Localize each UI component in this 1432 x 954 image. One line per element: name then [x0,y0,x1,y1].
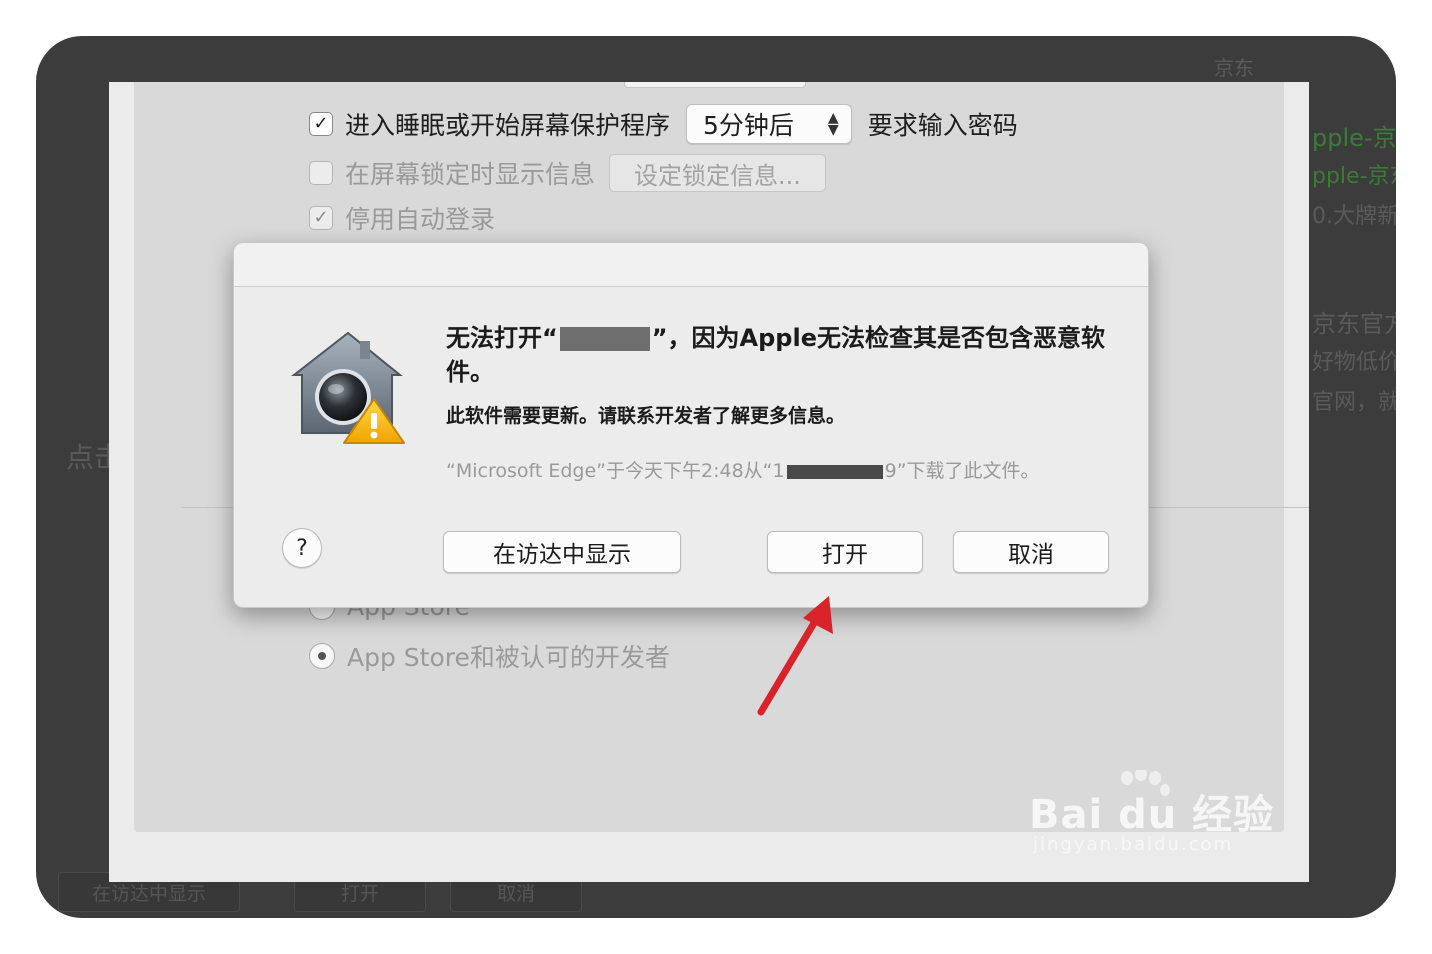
bg-right-line-3: 0.大牌新 [1312,204,1396,229]
password-delay-value: 5分钟后 [703,111,794,140]
disable-autologin-label: 停用自动登录 [345,205,496,234]
app-store-identified-radio-label: App Store和被认可的开发者 [347,643,670,672]
tab-stub [624,82,806,88]
dialog-heading: 无法打开“ ”，因为Apple无法检查其是否包含恶意软件。 [446,321,1126,389]
app-store-identified-radio[interactable] [309,643,335,669]
redacted-app-name [559,327,650,351]
dialog-info-part2: 9”下载了此文件。 [884,460,1040,482]
chevron-up-down-icon: ▲ ▼ [827,110,839,138]
show-message-label: 在屏幕锁定时显示信息 [345,160,596,189]
bg-top-right-text: 京东 [1214,56,1254,80]
open-button[interactable]: 打开 [767,531,923,573]
gatekeeper-alert-dialog: 无法打开“ ”，因为Apple无法检查其是否包含恶意软件。 此软件需要更新。请联系… [233,242,1149,608]
disable-autologin-checkbox[interactable]: ✓ [309,206,333,230]
bg-right-line-5: 好物低价 [1312,350,1396,375]
password-delay-popup[interactable]: 5分钟后 ▲ ▼ [686,104,852,144]
redacted-source [786,464,883,479]
red-pointer-arrow-icon [757,596,833,716]
baidu-watermark-text: Bai du 经验 [1029,792,1275,838]
bg-right-line-2: pple-京东 [1312,164,1396,189]
show-in-finder-button[interactable]: 在访达中显示 [443,531,681,573]
gatekeeper-warning-icon [291,331,405,444]
show-message-row: 在屏幕锁定时显示信息 设定锁定信息... [309,154,826,192]
set-lock-message-button[interactable]: 设定锁定信息... [609,154,826,192]
require-password-checkbox[interactable]: ✓ [309,112,333,136]
require-password-label: 进入睡眠或开始屏幕保护程序 [345,111,671,140]
baidu-watermark-url: jingyan.baidu.com [1033,834,1234,855]
dialog-subtext: 此软件需要更新。请联系开发者了解更多信息。 [446,405,846,427]
help-button[interactable]: ? [282,528,322,568]
show-message-checkbox[interactable] [309,161,333,185]
bg-right-line-1: pple-京 [1312,124,1396,152]
cancel-button[interactable]: 取消 [953,531,1109,573]
disable-autologin-row: ✓ 停用自动登录 [309,200,495,236]
require-password-suffix: 要求输入密码 [867,111,1018,140]
require-password-row: ✓ 进入睡眠或开始屏幕保护程序 5分钟后 ▲ ▼ 要求输入密码 [309,104,1018,144]
dialog-heading-part1: 无法打开“ [446,324,558,352]
dialog-titlebar [234,243,1148,287]
radio-selected-dot [318,652,326,660]
bg-right-line-4: 京东官方 [1312,310,1396,338]
system-preferences-screen: ✓ 进入睡眠或开始屏幕保护程序 5分钟后 ▲ ▼ 要求输入密码 在屏幕锁定时显示信… [109,82,1309,882]
dialog-download-info: “Microsoft Edge”于今天下午2:48从“1 9”下载了此文件。 [446,457,1086,485]
dialog-info-part1: “Microsoft Edge”于今天下午2:48从“1 [446,460,785,482]
bg-right-line-6: 官网，就 [1312,390,1396,415]
app-store-identified-radio-row: App Store和被认可的开发者 [309,638,670,674]
